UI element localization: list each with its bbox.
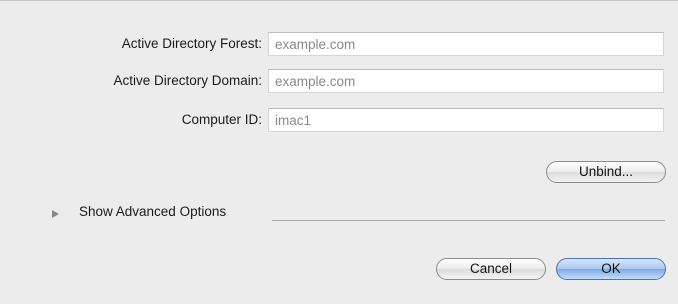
computer-id-row: Computer ID: imac1 [0, 108, 678, 134]
forest-field[interactable]: example.com [268, 32, 664, 56]
computer-id-field[interactable]: imac1 [268, 108, 664, 132]
show-advanced-options-label[interactable]: Show Advanced Options [79, 204, 226, 219]
ad-bind-dialog: Active Directory Forest: example.com Act… [0, 0, 678, 304]
disclosure-triangle-icon[interactable] [52, 210, 59, 218]
cancel-button[interactable]: Cancel [436, 258, 546, 280]
forest-row: Active Directory Forest: example.com [0, 32, 678, 58]
domain-field[interactable]: example.com [268, 69, 664, 93]
unbind-button[interactable]: Unbind... [546, 161, 666, 183]
ok-button[interactable]: OK [556, 258, 666, 280]
computer-id-label: Computer ID: [181, 112, 262, 127]
domain-row: Active Directory Domain: example.com [0, 69, 678, 95]
advanced-separator [272, 220, 665, 221]
forest-label: Active Directory Forest: [121, 36, 262, 51]
domain-label: Active Directory Domain: [113, 73, 262, 88]
